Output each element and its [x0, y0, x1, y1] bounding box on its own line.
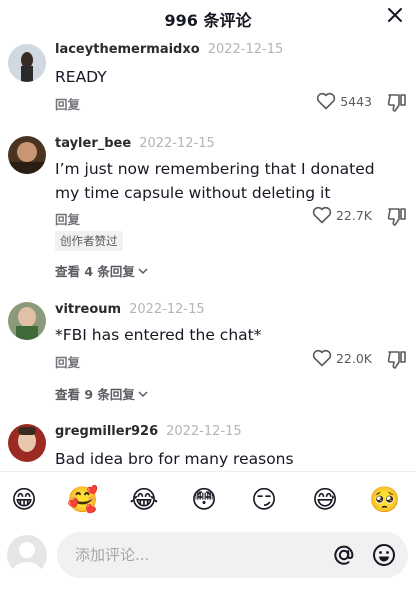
like-button[interactable]: 5443: [316, 92, 372, 110]
default-avatar-icon: [12, 542, 42, 575]
heart-icon: [317, 92, 336, 110]
dislike-icon[interactable]: [386, 350, 408, 370]
comment-text: I’m just now remembering that I donated …: [55, 160, 375, 202]
comment-input[interactable]: 添加评论...: [57, 532, 408, 578]
emoji-flushed[interactable]: 😳: [188, 484, 220, 516]
dislike-icon[interactable]: [386, 93, 408, 113]
avatar[interactable]: [8, 44, 46, 82]
comment-item: gregmiller926 2022-12-15 Bad idea bro for…: [0, 424, 416, 470]
comment-item: vitreoum 2022-12-15 *FBI has entered the …: [0, 302, 416, 412]
emoji-joy[interactable]: 😂: [128, 484, 160, 516]
comment-date: 2022-12-15: [207, 42, 284, 57]
comment-author[interactable]: tayler_bee 2022-12-15: [55, 136, 215, 151]
comment-author[interactable]: gregmiller926 2022-12-15: [55, 424, 242, 439]
emoji-smirk[interactable]: 😏: [248, 484, 280, 516]
comment-list[interactable]: laceythemermaidxo 2022-12-15 READY 回复 544…: [0, 34, 416, 470]
comment-date: 2022-12-15: [166, 424, 242, 439]
my-avatar: [7, 535, 47, 575]
comment-author[interactable]: laceythemermaidxo 2022-12-15: [55, 42, 283, 57]
view-replies-button[interactable]: 查看 4 条回复: [55, 261, 148, 280]
reply-button[interactable]: 回复: [55, 94, 80, 113]
emoji-grin[interactable]: 😁: [8, 484, 40, 516]
comment-text: Bad idea bro for many reasons: [55, 450, 294, 468]
heart-icon: [312, 206, 332, 224]
avatar[interactable]: [8, 302, 46, 340]
close-icon[interactable]: [384, 4, 406, 26]
comment-input-placeholder: 添加评论...: [75, 546, 150, 564]
dislike-icon[interactable]: [386, 207, 408, 227]
comment-text: *FBI has entered the chat*: [55, 326, 262, 344]
like-count: 22.0K: [335, 350, 372, 366]
view-replies-button[interactable]: 查看 9 条回复: [55, 384, 148, 403]
emoji-pleading[interactable]: 🥺: [369, 484, 401, 516]
like-count: 22.7K: [335, 207, 372, 223]
comment-author[interactable]: vitreoum 2022-12-15: [55, 302, 205, 317]
chevron-down-icon: [138, 267, 148, 274]
reply-button[interactable]: 回复: [55, 352, 80, 371]
comment-date: 2022-12-15: [139, 136, 215, 151]
comment-count-title: 996 条评论: [164, 11, 252, 30]
like-button[interactable]: 22.0K: [312, 349, 372, 367]
comments-header: 996 条评论: [0, 0, 416, 34]
creator-liked-badge: 创作者赞过: [55, 231, 123, 251]
avatar[interactable]: [8, 424, 46, 462]
comment-input-bar: 添加评论...: [0, 527, 416, 589]
avatar[interactable]: [8, 136, 46, 174]
emoji-picker-icon[interactable]: [372, 543, 396, 567]
emoji-hearts[interactable]: 🥰: [67, 484, 99, 516]
emoji-sweat-smile[interactable]: 😅: [309, 484, 341, 516]
mention-icon[interactable]: [332, 543, 356, 567]
comment-item: tayler_bee 2022-12-15 I’m just now rememb…: [0, 136, 416, 286]
reply-button[interactable]: 回复: [55, 209, 80, 228]
view-replies-label: 查看 4 条回复: [55, 264, 135, 279]
comment-item: laceythemermaidxo 2022-12-15 READY 回复 544…: [0, 42, 416, 122]
comment-text: READY: [55, 68, 107, 86]
emoji-bar: 😁 🥰 😂 😳 😏 😅 🥺: [0, 471, 416, 528]
like-count: 5443: [340, 93, 372, 109]
chevron-down-icon: [138, 390, 148, 397]
comment-date: 2022-12-15: [129, 302, 205, 317]
view-replies-label: 查看 9 条回复: [55, 387, 135, 402]
like-button[interactable]: 22.7K: [312, 206, 372, 224]
heart-icon: [312, 349, 332, 367]
